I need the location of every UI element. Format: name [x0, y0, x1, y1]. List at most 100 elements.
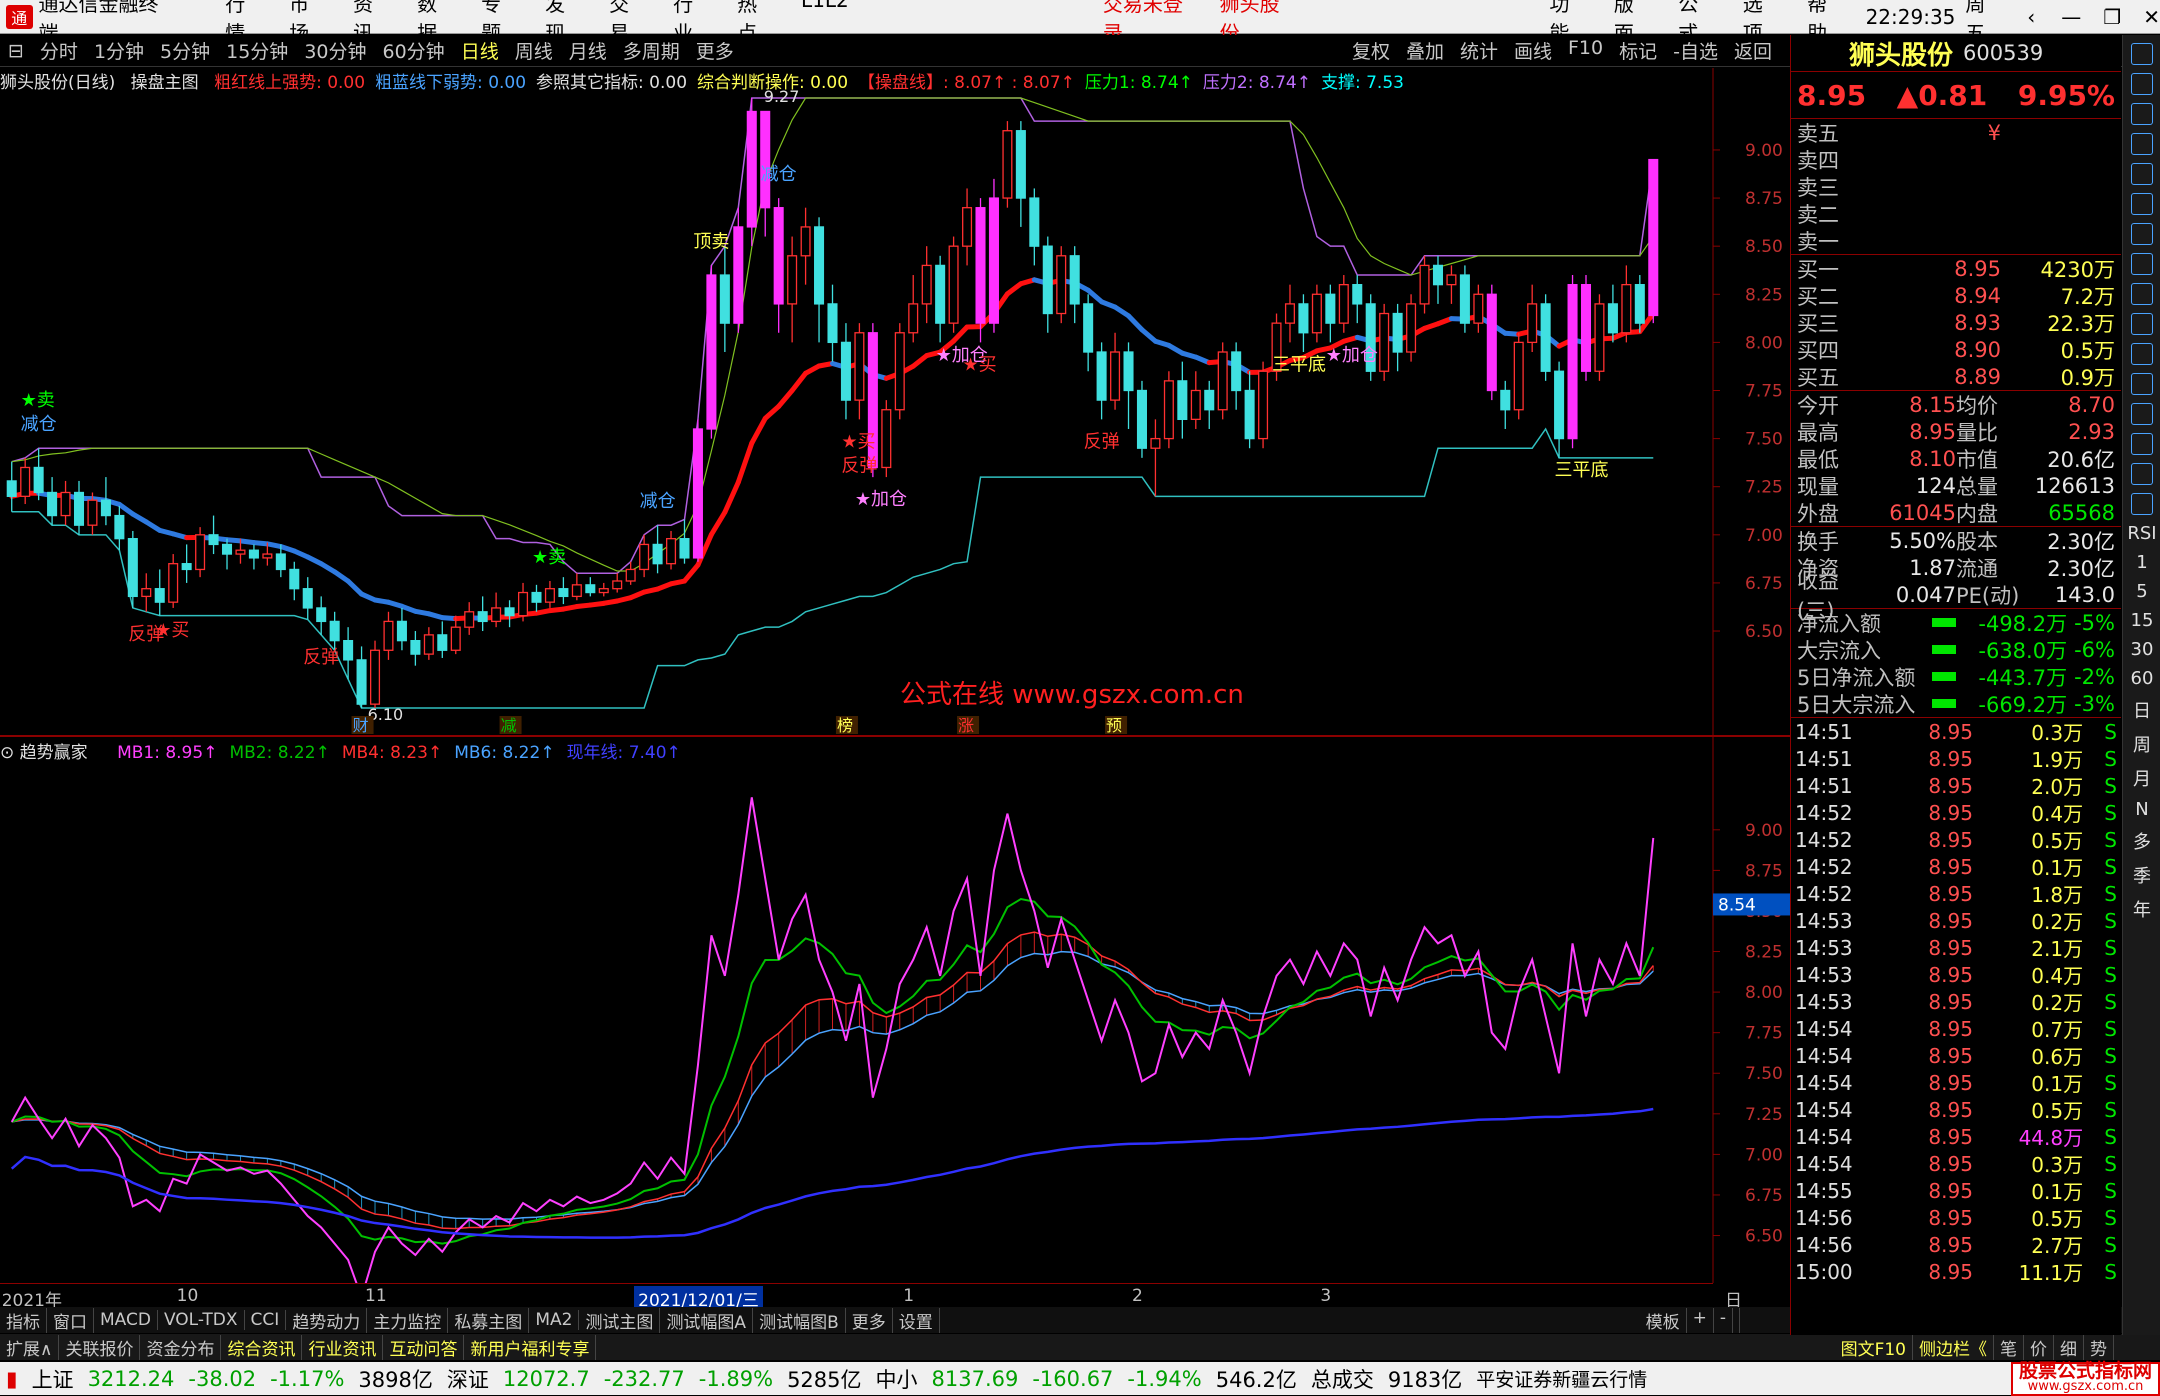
side-text-1[interactable]: 1 [2123, 552, 2160, 573]
template-btn-2[interactable]: - [1714, 1308, 1733, 1333]
chart-tool-3[interactable]: 画线 [1514, 37, 1552, 64]
ext-right-item-4[interactable]: 细 [2054, 1335, 2084, 1360]
indicator-tab-11[interactable]: 测试幅图B [753, 1308, 846, 1333]
indicator-tab-8[interactable]: MA2 [529, 1310, 579, 1330]
chart-tool-1[interactable]: 叠加 [1406, 37, 1444, 64]
period-tab-8[interactable]: 月线 [569, 37, 607, 64]
close-icon[interactable]: ✕ [2143, 5, 2160, 29]
chart-svg[interactable]: 9.008.758.508.258.007.757.507.257.006.75… [0, 68, 1790, 1283]
side-tool-icon-0[interactable] [2131, 43, 2153, 65]
side-tool-icon-12[interactable] [2131, 403, 2153, 425]
indicator-tab-6[interactable]: 主力监控 [367, 1308, 448, 1333]
index-name-2[interactable]: 中小 [876, 1364, 918, 1394]
side-text-2[interactable]: 5 [2123, 581, 2160, 602]
period-tab-0[interactable]: 分时 [40, 37, 78, 64]
side-text-9[interactable]: N [2123, 799, 2160, 820]
indicator-tab-12[interactable]: 更多 [846, 1308, 893, 1333]
side-text-10[interactable]: 多 [2123, 828, 2160, 854]
side-tool-icon-7[interactable] [2131, 253, 2153, 275]
period-tab-5[interactable]: 60分钟 [383, 37, 445, 64]
period-tab-10[interactable]: 更多 [696, 37, 734, 64]
indicator-tab-4[interactable]: CCI [245, 1310, 287, 1330]
ext-item-4[interactable]: 行业资讯 [302, 1335, 383, 1360]
side-tool-icon-4[interactable] [2131, 163, 2153, 185]
side-text-8[interactable]: 月 [2123, 765, 2160, 791]
index-name-1[interactable]: 深证 [447, 1364, 489, 1394]
indicator-tab-5[interactable]: 趋势动力 [286, 1308, 367, 1333]
ext-item-2[interactable]: 资金分布 [140, 1335, 221, 1360]
tick-side-1: S [2083, 747, 2117, 771]
chart-tool-7[interactable]: 返回 [1734, 37, 1772, 64]
candle-body-79 [1070, 256, 1079, 304]
ext-right-item-2[interactable]: 笔 [1994, 1335, 2024, 1360]
back-icon[interactable]: ‹ [2027, 5, 2035, 29]
period-tab-2[interactable]: 5分钟 [160, 37, 210, 64]
indicator-tab-10[interactable]: 测试幅图A [660, 1308, 753, 1333]
side-tool-icon-8[interactable] [2131, 283, 2153, 305]
ext-item-0[interactable]: 扩展∧ [0, 1335, 59, 1360]
side-tool-icon-15[interactable] [2131, 493, 2153, 515]
chart-tool-0[interactable]: 复权 [1352, 37, 1390, 64]
ext-right-item-1[interactable]: 侧边栏《 [1913, 1335, 1994, 1360]
indicator-tab-9[interactable]: 测试主图 [579, 1308, 660, 1333]
buy-row-3: 买四8.900.5万 [1791, 336, 2121, 363]
chart-tool-5[interactable]: 标记 [1619, 37, 1657, 64]
main-indicator-name[interactable]: 操盘主图 [131, 73, 199, 93]
ext-item-6[interactable]: 新用户福利专享 [464, 1335, 596, 1360]
side-text-3[interactable]: 15 [2123, 610, 2160, 631]
period-tab-3[interactable]: 15分钟 [226, 37, 288, 64]
ext-right-item-0[interactable]: 图文F10 [1835, 1335, 1913, 1360]
period-tab-6[interactable]: 日线 [461, 37, 499, 64]
index-name-0[interactable]: 上证 [32, 1364, 74, 1394]
side-tool-icon-3[interactable] [2131, 133, 2153, 155]
ext-right-item-3[interactable]: 价 [2024, 1335, 2054, 1360]
indicator-tab-3[interactable]: VOL-TDX [158, 1310, 245, 1330]
side-text-5[interactable]: 60 [2123, 668, 2160, 689]
candle-body-56 [761, 111, 770, 207]
side-text-0[interactable]: RSI [2123, 523, 2160, 544]
side-text-4[interactable]: 30 [2123, 639, 2160, 660]
side-tool-icon-2[interactable] [2131, 103, 2153, 125]
side-tool-icon-11[interactable] [2131, 373, 2153, 395]
lower-indicator-name[interactable]: ⊙ 趋势赢家 [0, 743, 100, 763]
period-tab-4[interactable]: 30分钟 [304, 37, 366, 64]
chart-tool-2[interactable]: 统计 [1460, 37, 1498, 64]
ext-item-5[interactable]: 互动问答 [383, 1335, 464, 1360]
collapse-icon[interactable]: ⊟ [8, 40, 24, 62]
side-text-6[interactable]: 日 [2123, 697, 2160, 723]
sell-price-0: ¥ [1901, 121, 2001, 145]
period-tab-7[interactable]: 周线 [515, 37, 553, 64]
side-tool-icon-6[interactable] [2131, 223, 2153, 245]
ext-right-item-5[interactable]: 势 [2084, 1335, 2114, 1360]
indicator-tab-2[interactable]: MACD [94, 1310, 158, 1330]
indicator-tab-7[interactable]: 私募主图 [448, 1308, 529, 1333]
side-tool-icon-13[interactable] [2131, 433, 2153, 455]
ext-item-1[interactable]: 关联报价 [59, 1335, 140, 1360]
kline-chart-area[interactable]: 9.008.758.508.258.007.757.507.257.006.75… [0, 68, 1790, 1283]
fin-key-0-1: 股本 [1956, 526, 2021, 556]
candle-body-30 [411, 641, 420, 654]
date-label-1: 10 [177, 1286, 199, 1306]
side-text-7[interactable]: 周 [2123, 731, 2160, 757]
indicator-tab-13[interactable]: 设置 [893, 1308, 940, 1333]
side-tool-icon-5[interactable] [2131, 193, 2153, 215]
indicator-tab-0[interactable]: 指标 [0, 1308, 47, 1333]
period-tab-9[interactable]: 多周期 [623, 37, 680, 64]
template-btn-1[interactable]: + [1687, 1308, 1714, 1333]
template-btn-0[interactable]: 模板 [1640, 1308, 1687, 1333]
side-text-11[interactable]: 季 [2123, 862, 2160, 888]
period-tab-1[interactable]: 1分钟 [94, 37, 144, 64]
signal-label-15: 三平底 [1272, 354, 1326, 375]
side-tool-icon-9[interactable] [2131, 313, 2153, 335]
ext-item-3[interactable]: 综合资讯 [221, 1335, 302, 1360]
date-label-4: 1 [903, 1286, 914, 1306]
minimize-icon[interactable]: — [2061, 5, 2081, 29]
side-text-12[interactable]: 年 [2123, 896, 2160, 922]
chart-tool-4[interactable]: F10 [1568, 37, 1603, 64]
side-tool-icon-1[interactable] [2131, 73, 2153, 95]
indicator-tab-1[interactable]: 窗口 [47, 1308, 94, 1333]
side-tool-icon-10[interactable] [2131, 343, 2153, 365]
side-tool-icon-14[interactable] [2131, 463, 2153, 485]
restore-icon[interactable]: ❐ [2103, 5, 2121, 29]
chart-tool-6[interactable]: -自选 [1673, 37, 1718, 64]
